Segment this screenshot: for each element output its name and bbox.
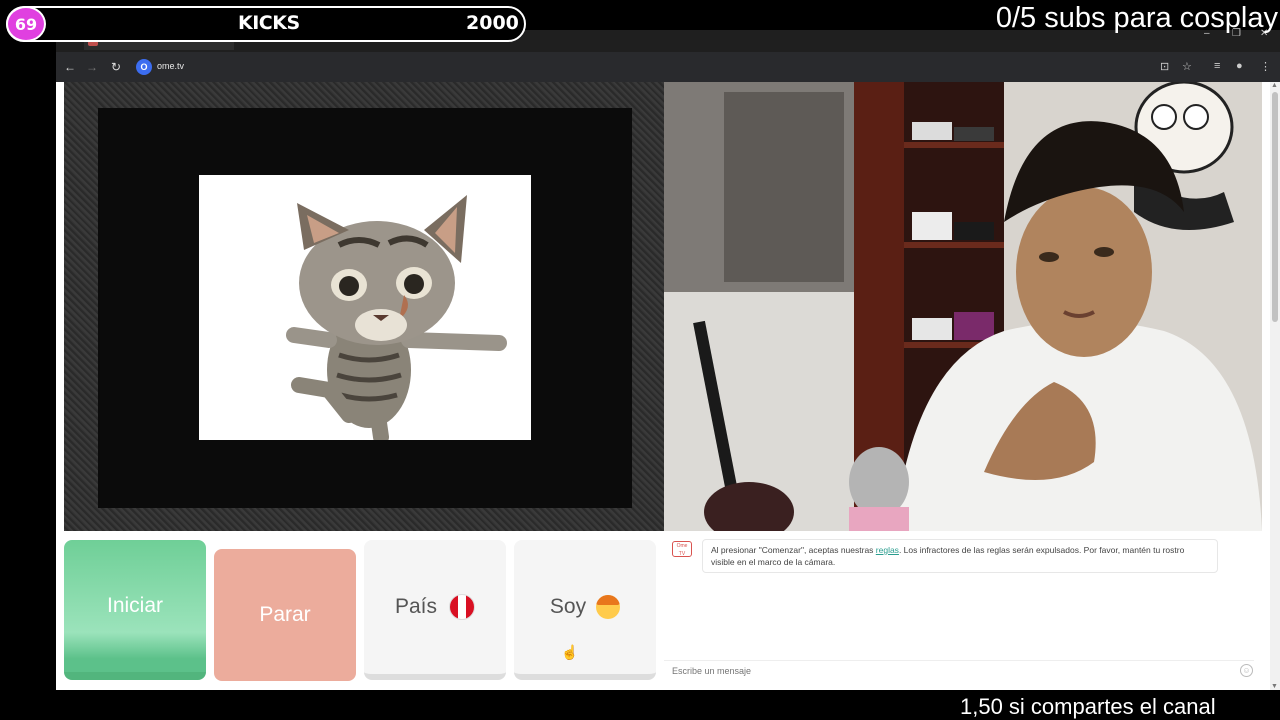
stop-button-label: Parar xyxy=(259,603,311,626)
browser-window: ← → ↻ O ome.tv ⊡ ☆ ≡ ● ⋮ Iniciar Parar P… xyxy=(56,52,1280,690)
bookmark-star-icon[interactable]: ☆ xyxy=(1182,60,1192,73)
site-info-icon[interactable]: O xyxy=(136,59,152,75)
stop-button[interactable]: Parar xyxy=(214,549,356,681)
browser-menu-icon[interactable]: ⋮ xyxy=(1260,60,1271,73)
peru-flag-icon xyxy=(449,594,476,620)
country-button-label: País xyxy=(394,595,438,618)
scroll-up-icon[interactable]: ▲ xyxy=(1271,82,1278,89)
own-camera-video xyxy=(664,82,1262,531)
screen: OmeTV Video Chat — Ome ✕ + – ❐ ✕ ← → ↻ O… xyxy=(0,0,1280,720)
ometv-tv-icon: Ome TV xyxy=(672,541,692,557)
kicks-label: KICKS xyxy=(238,12,300,34)
hand-cursor-icon: ☝ xyxy=(561,644,579,660)
kicks-goal-value: 2000 xyxy=(466,12,519,34)
ometv-page: Iniciar Parar País Soy ☝ Ome TV Al presio… xyxy=(64,82,1262,690)
profile-icon[interactable]: ● xyxy=(1236,60,1243,72)
scroll-thumb[interactable] xyxy=(1272,92,1278,322)
subs-goal-text: 0/5 subs para cosplay xyxy=(995,2,1278,34)
kicks-count-badge: 69 xyxy=(6,6,46,42)
dancing-cat-image xyxy=(199,175,531,440)
message-input-bar: ☺ xyxy=(664,660,1254,680)
back-icon[interactable]: ← xyxy=(62,59,78,75)
gender-button-label: Soy xyxy=(549,595,587,618)
country-button[interactable]: País xyxy=(364,540,506,680)
chat-panel: Ome TV Al presionar "Comenzar", aceptas n… xyxy=(664,531,1262,690)
install-app-icon[interactable]: ⊡ xyxy=(1160,60,1169,73)
page-scrollbar[interactable]: ▲ ▼ xyxy=(1270,82,1280,690)
gender-button[interactable]: Soy xyxy=(514,540,656,680)
emoji-picker-icon[interactable]: ☺ xyxy=(1240,664,1253,677)
forward-icon[interactable]: → xyxy=(84,59,100,75)
boy-emoji-icon xyxy=(596,595,621,619)
scroll-down-icon[interactable]: ▼ xyxy=(1271,683,1278,690)
rules-link[interactable]: reglas xyxy=(876,545,899,555)
notice-text-start: Al presionar "Comenzar", aceptas nuestra… xyxy=(711,545,876,555)
message-input[interactable] xyxy=(672,664,1212,678)
stranger-video-frame xyxy=(98,108,632,508)
reload-icon[interactable]: ↻ xyxy=(108,59,124,75)
stranger-video xyxy=(64,82,664,531)
share-channel-text: 1,50 si compartes el canal xyxy=(960,694,1216,719)
media-control-icon[interactable]: ≡ xyxy=(1214,60,1220,72)
rules-notice: Al presionar "Comenzar", aceptas nuestra… xyxy=(702,539,1218,573)
address-bar[interactable]: O ome.tv xyxy=(134,57,1174,77)
start-button-label: Iniciar xyxy=(106,594,164,617)
start-button[interactable]: Iniciar xyxy=(64,540,206,680)
browser-toolbar: ← → ↻ O ome.tv ⊡ ☆ ≡ ● ⋮ xyxy=(56,52,1280,82)
url-text: ome.tv xyxy=(157,61,185,71)
